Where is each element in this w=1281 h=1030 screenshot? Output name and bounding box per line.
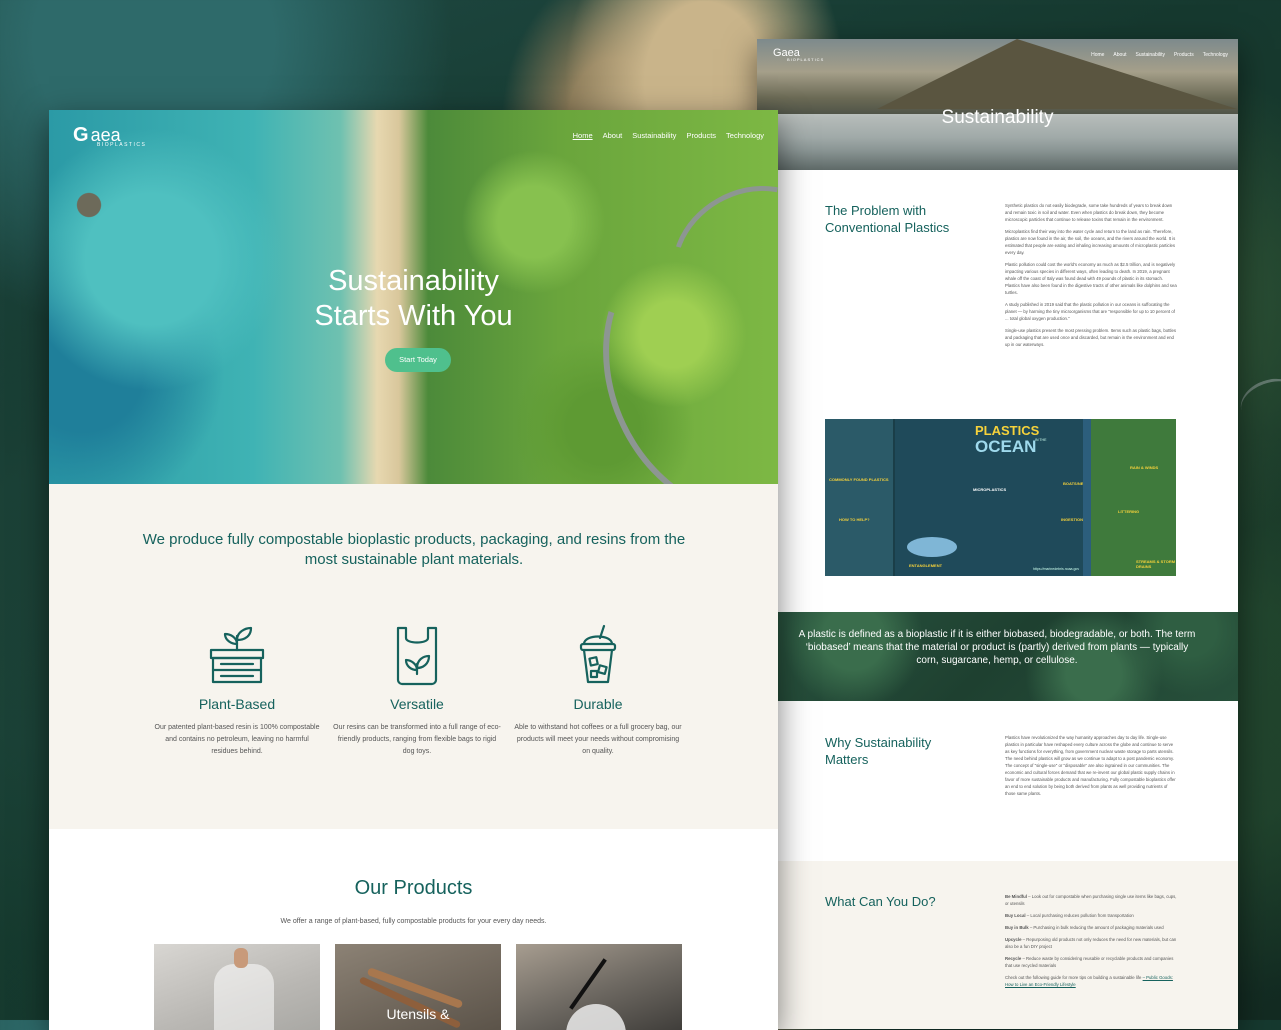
infographic-label: INGESTION	[1061, 517, 1084, 522]
infographic-label: MICROPLASTICS	[973, 487, 1007, 492]
bag-leaf-icon	[396, 626, 438, 686]
tip-item: Buy in Bulk – Purchasing in bulk reducin…	[1005, 925, 1164, 930]
feature-plant-based: Plant-Based Our patented plant-based res…	[147, 624, 327, 758]
product-card-bags[interactable]	[154, 944, 320, 1030]
infographic-label: COMMONLY FOUND PLASTICS	[829, 477, 889, 482]
hero-title: Sustainability Starts With You	[314, 265, 513, 332]
infographic-label: ENTANGLEMENT	[909, 563, 943, 568]
feature-desc: Our resins can be transformed into a ful…	[333, 724, 501, 755]
rocks-image	[59, 180, 119, 230]
coast-illustration	[1083, 419, 1176, 576]
logo-subtitle: BIOPLASTICS	[97, 142, 147, 148]
nav-home[interactable]: Home	[573, 131, 593, 140]
problem-heading: The Problem with Conventional Plastics	[825, 203, 950, 235]
home-hero: Gaea BIOPLASTICS Home About Sustainabili…	[49, 110, 778, 484]
problem-text: Synthetic plastics do not easily biodegr…	[1005, 203, 1177, 347]
logo[interactable]: Gaea BIOPLASTICS	[773, 47, 824, 62]
infographic-label: STREAMS & STORM DRAINS	[1136, 559, 1176, 569]
nav-technology[interactable]: Technology	[726, 131, 764, 140]
sustainability-hero: Gaea BIOPLASTICS Home About Sustainabilit…	[757, 39, 1238, 170]
infographic-label: RAIN & WINDS	[1130, 465, 1159, 470]
bioplastic-quote-band: A plastic is defined as a bioplastic if …	[757, 612, 1238, 701]
infographic-title: PLASTICS	[975, 423, 1040, 438]
cup-image	[566, 1004, 626, 1030]
nav-about[interactable]: About	[1113, 52, 1126, 58]
bag-image	[214, 964, 274, 1030]
sustainability-page: Gaea BIOPLASTICS Home About Sustainabilit…	[757, 39, 1238, 1029]
nav-sustainability[interactable]: Sustainability	[1136, 52, 1165, 58]
feature-title: Versatile	[390, 696, 444, 712]
infographic-label: IN THE	[1035, 438, 1047, 442]
top-nav: Gaea BIOPLASTICS Home About Sustainabilit…	[757, 39, 1238, 69]
crate-sprout-icon	[209, 626, 265, 684]
logo[interactable]: Gaea BIOPLASTICS	[73, 124, 145, 148]
plastics-ocean-infographic: COMMONLY FOUND PLASTICS HOW TO HELP? PLA…	[825, 419, 1176, 576]
what-heading: What Can You Do?	[825, 894, 936, 909]
products-desc: We offer a range of plant-based, fully c…	[280, 918, 547, 925]
feature-durable: Durable Able to withstand hot coffees or…	[508, 624, 688, 758]
features-section: We produce fully compostable bioplastic …	[49, 484, 778, 829]
nav-products[interactable]: Products	[1174, 52, 1194, 58]
tip-item: Be Mindful – Look out for compostable wh…	[1005, 894, 1177, 906]
cup-straw-icon	[579, 624, 617, 684]
whale-illustration	[907, 537, 957, 557]
infographic-sidebar	[825, 419, 895, 576]
feature-title: Durable	[573, 696, 623, 712]
infographic-url: https://marinedebris.noaa.gov	[1033, 567, 1080, 571]
nav-home[interactable]: Home	[1091, 52, 1104, 58]
top-nav: Gaea BIOPLASTICS Home About Sustainabili…	[49, 110, 778, 160]
page-title: Sustainability	[941, 107, 1054, 128]
start-today-button[interactable]: Start Today	[385, 348, 451, 372]
feature-versatile: Versatile Our resins can be transformed …	[327, 624, 507, 758]
product-card-utensils[interactable]: Utensils &	[335, 944, 501, 1030]
products-section: Our Products We offer a range of plant-b…	[49, 829, 778, 1030]
feature-desc: Our patented plant-based resin is 100% c…	[154, 724, 320, 755]
straw-image	[569, 958, 607, 1010]
feature-title: Plant-Based	[198, 696, 276, 712]
why-heading: Why Sustainability Matters	[825, 735, 932, 767]
feature-desc: Able to withstand hot coffees or a full …	[514, 724, 682, 755]
guide-text: Check out the following guide for more t…	[1005, 975, 1173, 987]
nav-sustainability[interactable]: Sustainability	[632, 131, 676, 140]
tagline: We produce fully compostable bioplastic …	[142, 531, 686, 568]
tips-list: Be Mindful – Look out for compostable wh…	[1005, 893, 1177, 993]
logo-mark: G	[73, 124, 89, 146]
nav-about[interactable]: About	[603, 131, 623, 140]
infographic-title: OCEAN	[975, 437, 1037, 456]
bioplastic-definition-quote: A plastic is defined as a bioplastic if …	[798, 629, 1196, 666]
infographic-label: HOW TO HELP?	[839, 517, 870, 522]
what-can-you-do-section: What Can You Do? Be Mindful – Look out f…	[757, 861, 1238, 1029]
product-card-cups[interactable]	[516, 944, 682, 1030]
tip-item: Recycle – Reduce waste by considering re…	[1005, 956, 1174, 968]
nav-products[interactable]: Products	[686, 131, 716, 140]
why-text: Plastics have revolutionized the way hum…	[1005, 735, 1176, 796]
logo-subtitle: BIOPLASTICS	[787, 57, 825, 62]
nav-technology[interactable]: Technology	[1203, 52, 1228, 58]
hand-image	[234, 948, 248, 968]
infographic-label: LITTERING	[1118, 509, 1140, 514]
tip-item: Buy Local – Local purchasing reduces pol…	[1005, 913, 1134, 918]
home-page: Gaea BIOPLASTICS Home About Sustainabili…	[49, 110, 778, 1030]
products-heading: Our Products	[354, 877, 473, 899]
tip-item: Upcycle – Repurposing old products not o…	[1005, 937, 1177, 949]
